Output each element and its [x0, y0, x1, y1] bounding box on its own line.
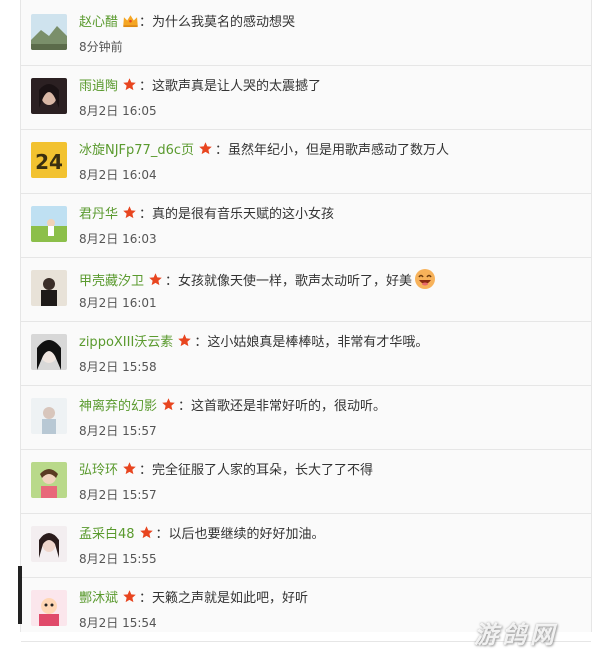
username-link[interactable]: 酆沐斌	[79, 591, 118, 606]
comment-timestamp: 8月2日 15:58	[79, 360, 157, 374]
crown-icon	[122, 13, 138, 28]
star-icon	[122, 77, 137, 92]
comment-timestamp: 8月2日 15:57	[79, 488, 157, 502]
username-link[interactable]: zippoXIII沃云素	[79, 335, 173, 350]
avatar-girl2-icon[interactable]	[31, 526, 67, 562]
comment-text: ：这歌声真是让人哭的太震撼了	[139, 79, 322, 94]
star-icon	[198, 141, 213, 156]
star-icon	[122, 461, 137, 476]
avatar-person-icon[interactable]	[31, 270, 67, 306]
comment-text: ：真的是很有音乐天赋的这小女孩	[139, 207, 335, 222]
comment-text: ：以后也要继续的好好加油。	[155, 527, 325, 542]
watermark: 游鸽网	[474, 621, 558, 649]
username-link[interactable]: 弘玲环	[79, 463, 118, 478]
comment-text: ：天籁之声就是如此吧，好听	[139, 591, 309, 606]
username-link[interactable]: 冰旋NJFp77_d6c页	[79, 143, 194, 158]
comment-timestamp: 8月2日 16:04	[79, 168, 157, 182]
comment-row: 赵心醋 ：为什么我莫名的感动想哭 8分钟前	[21, 2, 591, 66]
avatar-dark-portrait-icon[interactable]	[31, 334, 67, 370]
comment-row: 神离弃的幻影 ：这首歌还是非常好听的，很动听。 8月2日 15:57	[21, 386, 591, 450]
comment-row: 雨逍陶 ：这歌声真是让人哭的太震撼了 8月2日 16:05	[21, 66, 591, 130]
comment-row: zippoXIII沃云素 ：这小姑娘真是棒棒哒，非常有才华哦。 8月2日 15:58	[21, 322, 591, 386]
comment-timestamp: 8月2日 16:05	[79, 104, 157, 118]
username-link[interactable]: 孟采白48	[79, 527, 135, 542]
avatar-cartoon-icon[interactable]	[31, 590, 67, 626]
comment-row: 甲壳藏汐卫 ：女孩就像天使一样，歌声太动听了，好美 8月2日 16:01	[21, 258, 591, 322]
comment-timestamp: 8月2日 15:54	[79, 616, 157, 630]
star-icon	[161, 397, 176, 412]
avatar-landscape-icon[interactable]	[31, 14, 67, 50]
laughing-emoji-icon	[414, 268, 436, 298]
star-icon	[139, 525, 154, 540]
avatar-girl-icon[interactable]	[31, 78, 67, 114]
avatar-number-24-icon[interactable]: 24	[31, 142, 67, 178]
svg-text:24: 24	[35, 150, 63, 174]
star-icon	[122, 589, 137, 604]
comment-list: 赵心醋 ：为什么我莫名的感动想哭 8分钟前雨逍陶 ：这歌声真是让人哭的太震撼了 8月2日…	[20, 0, 592, 642]
star-icon	[148, 272, 163, 287]
comment-row: 孟采白48 ：以后也要继续的好好加油。 8月2日 15:55	[21, 514, 591, 578]
star-icon	[177, 333, 192, 348]
comment-timestamp: 8月2日 15:55	[79, 552, 157, 566]
comment-text: ：为什么我莫名的感动想哭	[139, 15, 296, 30]
avatar-light-portrait-icon[interactable]	[31, 398, 67, 434]
username-link[interactable]: 赵心醋	[79, 15, 118, 30]
avatar-colorful-icon[interactable]	[31, 462, 67, 498]
comment-row: 弘玲环 ：完全征服了人家的耳朵，长大了了不得 8月2日 15:57	[21, 450, 591, 514]
star-icon	[122, 205, 137, 220]
comment-timestamp: 8月2日 16:03	[79, 232, 157, 246]
avatar-field-icon[interactable]	[31, 206, 67, 242]
comment-timestamp: 8月2日 15:57	[79, 424, 157, 438]
username-link[interactable]: 君丹华	[79, 207, 118, 222]
left-edge-bar	[18, 566, 22, 624]
username-link[interactable]: 甲壳藏汐卫	[79, 274, 144, 289]
comment-text: ：这小姑娘真是棒棒哒，非常有才华哦。	[194, 335, 429, 350]
comment-text: ：虽然年纪小，但是用歌声感动了数万人	[215, 143, 450, 158]
comment-text: ：完全征服了人家的耳朵，长大了了不得	[139, 463, 374, 478]
comment-text: ：这首歌还是非常好听的，很动听。	[178, 399, 387, 414]
comment-timestamp: 8月2日 16:01	[79, 296, 157, 310]
comment-row: 24 冰旋NJFp77_d6c页 ：虽然年纪小，但是用歌声感动了数万人 8月2日 16…	[21, 130, 591, 194]
comment-row: 君丹华 ：真的是很有音乐天赋的这小女孩 8月2日 16:03	[21, 194, 591, 258]
username-link[interactable]: 雨逍陶	[79, 79, 118, 94]
username-link[interactable]: 神离弃的幻影	[79, 399, 157, 414]
comment-text: ：女孩就像天使一样，歌声太动听了，好美	[165, 274, 413, 289]
comment-timestamp: 8分钟前	[79, 40, 123, 54]
